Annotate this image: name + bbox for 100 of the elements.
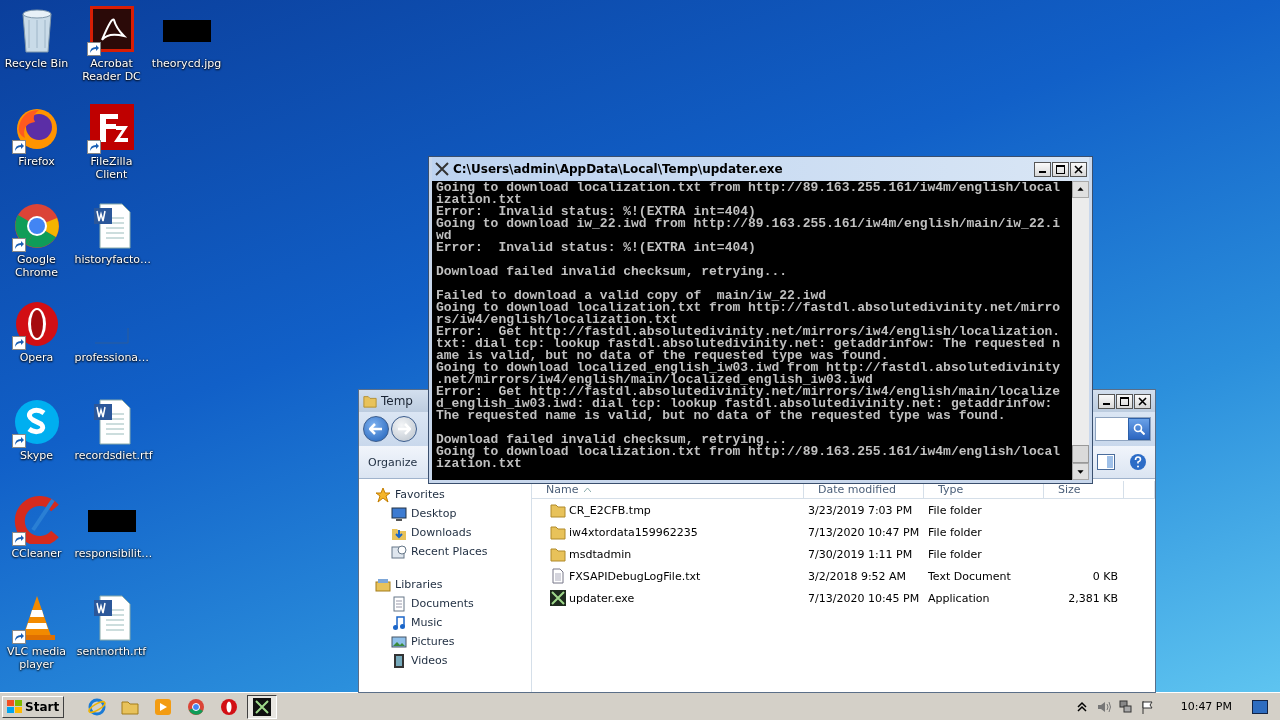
- flag-icon[interactable]: [1140, 699, 1155, 714]
- file-name[interactable]: CR_E2CFB.tmp: [569, 503, 651, 517]
- console-line: rs/iw4/english/localization.txt: [436, 314, 678, 326]
- maximize-button[interactable]: [1116, 393, 1133, 409]
- shortcut-arrow-icon: [86, 140, 101, 154]
- desktop-icon-label[interactable]: Acrobat Reader DC: [74, 57, 149, 83]
- window-title: C:\Users\admin\AppData\Local\Temp\updater.exe: [434, 162, 783, 176]
- forward-arrow-icon: [397, 423, 411, 435]
- scrollbar[interactable]: [1072, 181, 1089, 480]
- file-name[interactable]: FXSAPIDebugLogFile.txt: [569, 569, 701, 583]
- nav-group[interactable]: Favorites: [375, 485, 531, 504]
- nav-group[interactable]: Libraries: [375, 575, 531, 594]
- recent-places-icon: [391, 543, 407, 560]
- console-line: Going to download localization.txt from http://89.163.255.161/iw4m/english/local: [436, 446, 1062, 458]
- text-file-icon: [550, 568, 566, 584]
- nav-item[interactable]: Music: [375, 613, 531, 632]
- nav-item[interactable]: Pictures: [375, 632, 531, 651]
- type-cell-text: Application: [927, 591, 991, 605]
- maximize-button[interactable]: [1052, 161, 1069, 177]
- shortcut-arrow-icon: [11, 336, 26, 350]
- console-line: d_english_iw03.iwd: dial tcp: lookup fastdl.absolutedivinity.net: getaddrinfow:: [436, 398, 1053, 410]
- type-cell-text: File folder: [927, 547, 983, 561]
- help-icon[interactable]: [1129, 453, 1147, 471]
- console-line: .net/mirrors/iw4/english/main/localized_english_iw03.iwd: [436, 374, 873, 386]
- library-icon: [375, 576, 391, 593]
- preview-pane-icon[interactable]: [1097, 454, 1115, 470]
- desktop-icon-label[interactable]: Recycle Bin: [0, 57, 74, 70]
- filezilla-icon: [87, 104, 136, 152]
- console-line: Going to download iw_22.iwd from http://89.163.255.161/iw4m/english/main/iw_22.i: [436, 218, 1062, 230]
- star-icon: [375, 486, 391, 503]
- console-line: Error: Get http://fastdl.absolutedivinity.net/mirrors/iw4/english/localization.: [436, 326, 1062, 338]
- console-line: Error: Get http://fastdl.absolutedivinity.net/mirrors/iw4/english/main/localize: [436, 386, 1062, 398]
- music-note-icon: [391, 614, 407, 631]
- size-cell-text: 2,381 KB: [1067, 591, 1119, 605]
- close-icon: [1138, 396, 1147, 406]
- desktop-icon-label[interactable]: Google Chrome: [0, 253, 74, 279]
- scroll-thumb[interactable]: [1072, 445, 1089, 463]
- show-desktop-icon[interactable]: [1252, 699, 1268, 714]
- desktop-icon-label[interactable]: CCleaner: [0, 547, 74, 560]
- ccleaner-icon: [12, 496, 61, 544]
- start-button[interactable]: Start: [2, 695, 65, 718]
- film-strip-icon: [391, 652, 407, 669]
- nav-item[interactable]: Documents: [375, 594, 531, 613]
- desktop-icon-label[interactable]: VLC media player: [0, 645, 74, 671]
- nav-item[interactable]: Downloads: [375, 523, 531, 542]
- nav-item[interactable]: Desktop: [375, 504, 531, 523]
- taskbar-button[interactable]: [247, 694, 278, 719]
- shortcut-arrow-icon: [11, 140, 26, 154]
- date-cell-text: 7/13/2020 10:45 PM: [807, 591, 921, 605]
- console-line: Download failed invalid checksum, retrying...: [436, 266, 789, 278]
- type-cell-text: File folder: [927, 525, 983, 539]
- chrome-icon: [12, 202, 61, 250]
- search-button[interactable]: [1128, 418, 1150, 440]
- console-line: ization.txt: [436, 458, 523, 470]
- nav-item[interactable]: Recent Places: [375, 542, 531, 561]
- console-line: Going to download localization.txt from http://fastdl.absolutedivinity.net/mirro: [436, 302, 1062, 314]
- speaker-icon[interactable]: [1096, 699, 1111, 714]
- close-button[interactable]: [1134, 393, 1151, 409]
- folder-icon: [550, 502, 566, 518]
- file-name[interactable]: updater.exe: [569, 591, 635, 605]
- forward-button[interactable]: [391, 416, 417, 442]
- pictures-icon: [391, 633, 407, 650]
- desktop-icon-label[interactable]: historyfacto…: [74, 253, 149, 266]
- windows-logo-icon: [7, 699, 23, 714]
- desktop-icon-label[interactable]: FileZilla Client: [74, 155, 149, 181]
- size-cell-text: 0 KB: [1091, 569, 1119, 583]
- organize-menu[interactable]: Organize: [367, 453, 419, 471]
- network-icon[interactable]: [1118, 699, 1133, 714]
- file-name[interactable]: msdtadmin: [569, 547, 632, 561]
- nav-item[interactable]: Videos: [375, 651, 531, 670]
- desktop-icon-label[interactable]: responsibilit…: [74, 547, 149, 560]
- desktop-icon-label[interactable]: Opera: [0, 351, 74, 364]
- clock[interactable]: 10:47 PM: [1180, 700, 1232, 713]
- desktop-icon-label[interactable]: Firefox: [0, 155, 74, 168]
- folder-icon: [550, 524, 566, 540]
- desktop-icon-label[interactable]: Skype: [0, 449, 74, 462]
- date-cell-text: 3/23/2019 7:03 PM: [807, 503, 914, 517]
- skype-icon: [12, 398, 61, 446]
- application-icon: [550, 590, 566, 606]
- window-title: Temp: [363, 394, 413, 408]
- shortcut-arrow-icon: [11, 630, 26, 644]
- scroll-up-icon[interactable]: [1072, 181, 1089, 198]
- desktop-icon-label[interactable]: theorycd.jpg: [149, 57, 224, 70]
- back-button[interactable]: [363, 416, 389, 442]
- scroll-down-icon[interactable]: [1072, 463, 1089, 480]
- date-cell-text: 3/2/2018 9:52 AM: [807, 569, 908, 583]
- documents-icon: [391, 595, 407, 612]
- maximize-icon: [1056, 164, 1065, 174]
- console-line: Error: Invalid status: %!(EXTRA int=404): [436, 242, 757, 254]
- desktop-icon-label[interactable]: professiona…: [74, 351, 149, 364]
- file-name[interactable]: iw4xtordata159962235: [569, 525, 698, 539]
- date-cell-text: 7/13/2020 10:47 PM: [807, 525, 921, 539]
- close-button[interactable]: [1070, 161, 1087, 177]
- desktop-icon-label[interactable]: sentnorth.rtf: [74, 645, 149, 658]
- console-line: The requested name is valid, but no data of the requested type was found.: [436, 410, 1006, 422]
- chrome-icon: [187, 697, 206, 716]
- minimize-button[interactable]: [1034, 161, 1051, 177]
- folder-icon: [550, 546, 566, 562]
- minimize-button[interactable]: [1098, 393, 1115, 409]
- search-field[interactable]: [1095, 417, 1151, 441]
